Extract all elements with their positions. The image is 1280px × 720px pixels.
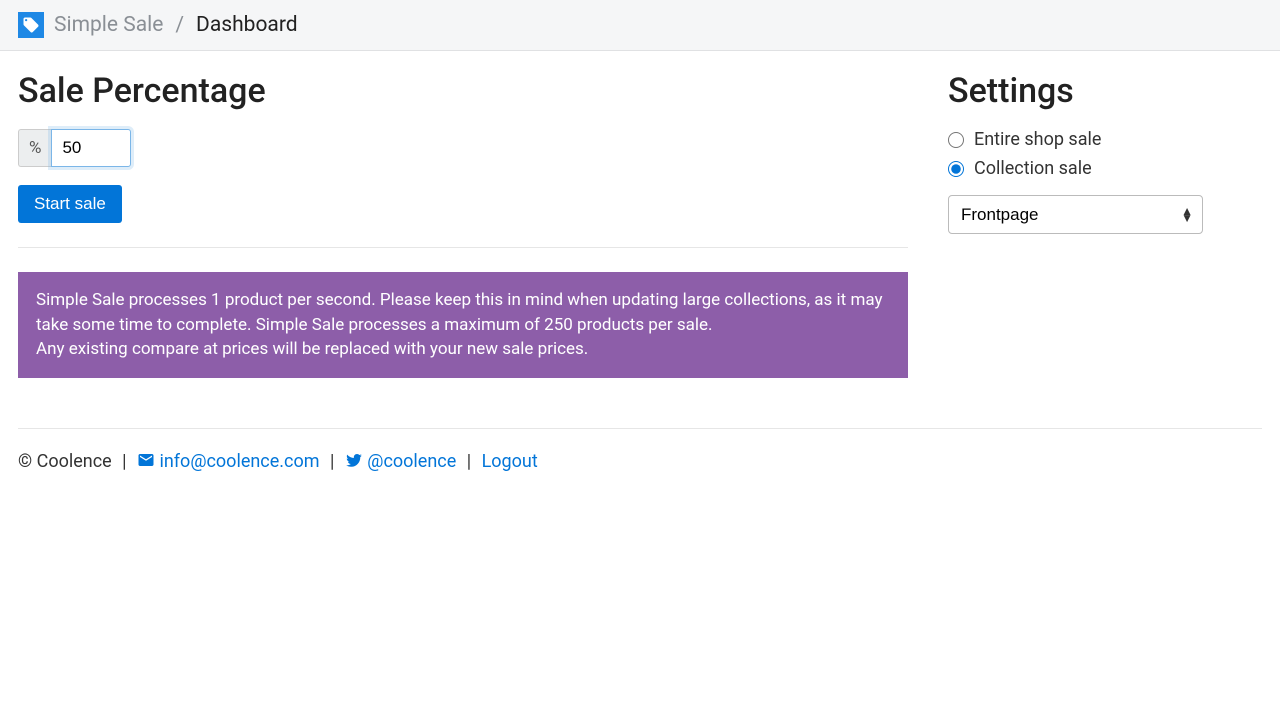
start-sale-button[interactable]: Start sale — [18, 185, 122, 223]
info-alert: Simple Sale processes 1 product per seco… — [18, 272, 908, 378]
footer-divider — [18, 428, 1262, 429]
percent-addon: % — [18, 129, 51, 167]
copyright-text: © Coolence — [18, 451, 112, 472]
radio-collection-input[interactable] — [948, 161, 964, 177]
topbar: Simple Sale / Dashboard — [0, 0, 1280, 51]
collection-select-wrap: Frontpage ▲▼ — [948, 195, 1203, 234]
main-container: Sale Percentage % Start sale Simple Sale… — [0, 51, 1280, 398]
twitter-text: @coolence — [367, 451, 456, 472]
breadcrumb-current: Dashboard — [196, 13, 298, 37]
main-column: Sale Percentage % Start sale Simple Sale… — [18, 71, 908, 378]
footer-sep: | — [326, 451, 339, 472]
footer-sep: | — [118, 451, 131, 472]
twitter-icon — [345, 451, 363, 469]
envelope-icon — [137, 451, 155, 469]
tag-icon — [18, 12, 44, 38]
footer: © Coolence | info@coolence.com | @coolen… — [0, 428, 1280, 502]
email-link[interactable]: info@coolence.com — [137, 451, 319, 472]
radio-entire-shop-input[interactable] — [948, 132, 964, 148]
email-text: info@coolence.com — [159, 451, 319, 472]
breadcrumb-separator: / — [175, 13, 184, 37]
breadcrumb-app-link[interactable]: Simple Sale — [54, 13, 163, 37]
percent-input[interactable] — [51, 129, 131, 167]
alert-text-2: Any existing compare at prices will be r… — [36, 337, 890, 362]
radio-collection-label[interactable]: Collection sale — [974, 158, 1092, 179]
twitter-link[interactable]: @coolence — [345, 451, 456, 472]
page-title: Sale Percentage — [18, 71, 908, 111]
radio-collection: Collection sale — [948, 158, 1262, 179]
footer-line: © Coolence | info@coolence.com | @coolen… — [18, 451, 1262, 472]
alert-text-1: Simple Sale processes 1 product per seco… — [36, 288, 890, 337]
footer-sep: | — [462, 451, 475, 472]
breadcrumb: Simple Sale / Dashboard — [54, 13, 298, 37]
divider — [18, 247, 908, 248]
collection-select[interactable]: Frontpage — [948, 195, 1203, 234]
radio-entire-shop-label[interactable]: Entire shop sale — [974, 129, 1101, 150]
logout-link[interactable]: Logout — [482, 451, 538, 472]
radio-entire-shop: Entire shop sale — [948, 129, 1262, 150]
settings-title: Settings — [948, 71, 1262, 111]
settings-column: Settings Entire shop sale Collection sal… — [948, 71, 1262, 378]
percent-input-group: % — [18, 129, 131, 167]
